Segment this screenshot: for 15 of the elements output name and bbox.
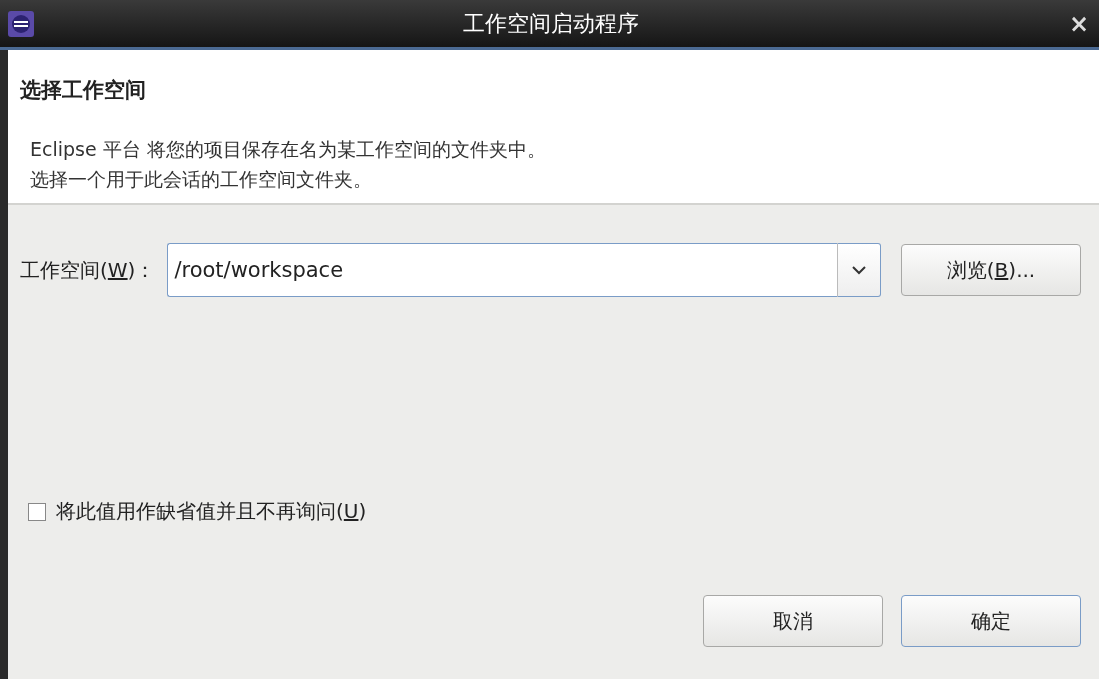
window-title: 工作空间启动程序 bbox=[462, 9, 641, 38]
eclipse-logo-icon bbox=[8, 10, 34, 37]
browse-button[interactable]: 浏览(B)... bbox=[901, 244, 1081, 296]
dialog-button[interactable]: 取消 bbox=[703, 595, 883, 647]
description-text: 选择一个用于此会话的工作空间文件夹。 bbox=[30, 167, 373, 192]
workspace-input-field[interactable]: /root/workspace bbox=[167, 243, 837, 297]
workspace-label: 工作空间(W)： bbox=[20, 256, 156, 284]
close-button[interactable]: × bbox=[1068, 9, 1089, 38]
dropdown-button[interactable] bbox=[837, 243, 881, 297]
checkbox-label: 将此值用作缺省值并且不再询问(U) bbox=[56, 498, 367, 525]
chevron-down-icon bbox=[852, 265, 866, 275]
description-text: Eclipse 平台 将您的项目保存在名为某工作空间的文件夹中。 bbox=[30, 137, 547, 162]
dialog-button[interactable]: 确定 bbox=[901, 595, 1081, 647]
header-title: 选择工作空间 bbox=[20, 77, 147, 104]
checkbox[interactable] bbox=[28, 502, 46, 521]
